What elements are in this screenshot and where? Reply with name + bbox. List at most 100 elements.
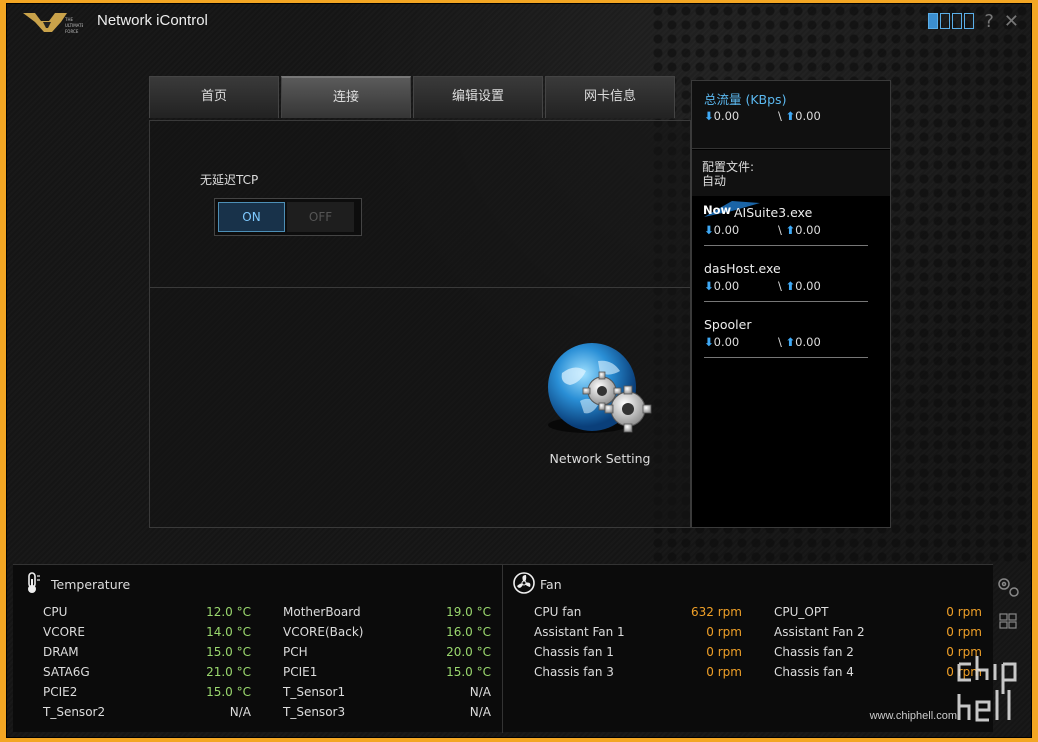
sensor-name: Chassis fan 2 [774,645,854,659]
app-window: THE ULTIMATE FORCE Network iControl ? ✕ … [6,3,1032,738]
fan-title: Fan [540,577,562,592]
sensor-name: PCIE2 [43,685,78,699]
process-name: dasHost.exe [704,261,781,276]
sensor-name: Chassis fan 3 [534,665,614,679]
window-controls: ? ✕ [928,12,1019,32]
profile-value: 自动 [702,174,727,188]
grid-view-icon[interactable] [999,613,1017,629]
chiphell-watermark-icon [957,656,1017,722]
download-arrow-icon: ⬇ [704,109,714,123]
download-arrow-icon: ⬇ [704,279,714,293]
sensor-name: CPU_OPT [774,605,829,619]
process-divider [704,245,868,246]
toggle-off-button[interactable]: OFF [287,202,354,232]
total-traffic-box: 总流量 (KBps) ⬇0.00 \ ⬆0.00 [692,81,890,149]
network-setting-label[interactable]: Network Setting [530,451,670,466]
sensor-value: 632 rpm [691,605,742,619]
separator-icon: \ [778,223,782,237]
tab-connection[interactable]: 连接 [281,76,411,118]
sensor-name: SATA6G [43,665,90,679]
process-item[interactable]: Spooler ⬇0.00 \ ⬆0.00 [704,317,870,358]
sensor-value: 0 rpm [946,625,982,639]
tuf-logo-icon: THE ULTIMATE FORCE [23,13,83,34]
upload-arrow-icon: ⬆ [785,109,796,123]
total-down-value: 0.00 [713,109,740,123]
network-setting-icon[interactable] [540,343,660,443]
sensor-name: CPU [43,605,68,619]
sensor-name: PCIE1 [283,665,318,679]
upload-arrow-icon: ⬆ [785,223,796,237]
process-divider [704,357,868,358]
sensor-value: 12.0 °C [206,605,251,619]
profile-label: 配置文件: 自动 [702,160,754,188]
fan-icon [513,572,535,594]
process-down-value: 0.00 [713,279,740,293]
process-name: AISuite3.exe [734,205,813,220]
sensor-value: 16.0 °C [446,625,491,639]
total-rate-row: ⬇0.00 \ ⬆0.00 [704,109,874,123]
temperature-title: Temperature [51,577,131,592]
process-up-value: 0.00 [795,223,821,237]
sensor-value: 15.0 °C [206,645,251,659]
upload-arrow-icon: ⬆ [785,335,796,349]
sensor-value: 21.0 °C [206,665,251,679]
total-up-value: 0.00 [795,109,821,123]
close-button[interactable]: ✕ [1004,12,1019,32]
tab-nic-info[interactable]: 网卡信息 [545,76,675,118]
separator-icon: \ [778,335,782,349]
download-arrow-icon: ⬇ [704,335,714,349]
tab-home[interactable]: 首页 [149,76,279,118]
process-rate-row: ⬇0.00 \ ⬆0.00 [704,335,874,349]
title-bar: THE ULTIMATE FORCE Network iControl ? ✕ [7,4,1031,44]
process-down-value: 0.00 [713,223,740,237]
process-item[interactable]: AISuite3.exe ⬇0.00 \ ⬆0.00 [704,205,870,246]
separator-icon: \ [778,109,782,123]
tcp-nodelay-label: 无延迟TCP [200,173,259,187]
tab-edit-settings[interactable]: 编辑设置 [413,76,543,118]
sensor-value: 19.0 °C [446,605,491,619]
sensor-value: 15.0 °C [446,665,491,679]
process-rate-row: ⬇0.00 \ ⬆0.00 [704,223,874,237]
layout-toggle-icon[interactable] [928,13,975,31]
app-title: Network iControl [97,12,208,29]
toggle-on-button[interactable]: ON [218,202,285,232]
settings-gear-icon[interactable] [998,578,1019,597]
thermometer-icon [28,572,40,593]
tab-bar: 首页 连接 编辑设置 网卡信息 [149,76,677,118]
sensor-name: VCORE [43,625,85,639]
panel-divider [150,287,690,288]
sensor-name: Chassis fan 1 [534,645,614,659]
process-divider [704,301,868,302]
sensor-name: T_Sensor3 [283,705,346,719]
svg-text:FORCE: FORCE [65,29,79,34]
process-rate-row: ⬇0.00 \ ⬆0.00 [704,279,874,293]
sensor-name: CPU fan [534,605,582,619]
total-traffic-label: 总流量 (KBps) [704,92,787,107]
sensor-name: DRAM [43,645,79,659]
process-up-value: 0.00 [795,335,821,349]
sensor-name: T_Sensor1 [283,685,346,699]
profile-box: 配置文件: 自动 [692,150,890,196]
sensor-name: VCORE(Back) [283,625,364,639]
sensor-name: T_Sensor2 [43,705,106,719]
help-button[interactable]: ? [984,12,994,32]
monitor-panel: Temperature CPU 12.0 °C VCORE 14.0 °C DRAM 15… [13,564,993,733]
sensor-name: Chassis fan 4 [774,665,854,679]
sensor-value: N/A [229,705,251,719]
sensor-value: 0 rpm [946,605,982,619]
sensor-name: MotherBoard [283,605,361,619]
sensor-value: 0 rpm [706,665,742,679]
tcp-nodelay-toggle[interactable]: ON OFF [214,198,362,236]
sensor-value: 0 rpm [706,625,742,639]
watermark-text: www.chiphell.com [869,710,957,722]
sensor-value: N/A [469,705,491,719]
sensor-name: PCH [283,645,308,659]
sensor-value: 20.0 °C [446,645,491,659]
sensor-value: N/A [469,685,491,699]
svg-text:ULTIMATE: ULTIMATE [65,23,83,28]
svg-text:THE: THE [64,17,73,22]
process-name: Spooler [704,317,752,332]
sensor-name: Assistant Fan 1 [534,625,625,639]
process-item[interactable]: dasHost.exe ⬇0.00 \ ⬆0.00 [704,261,870,302]
sensor-value: 0 rpm [706,645,742,659]
